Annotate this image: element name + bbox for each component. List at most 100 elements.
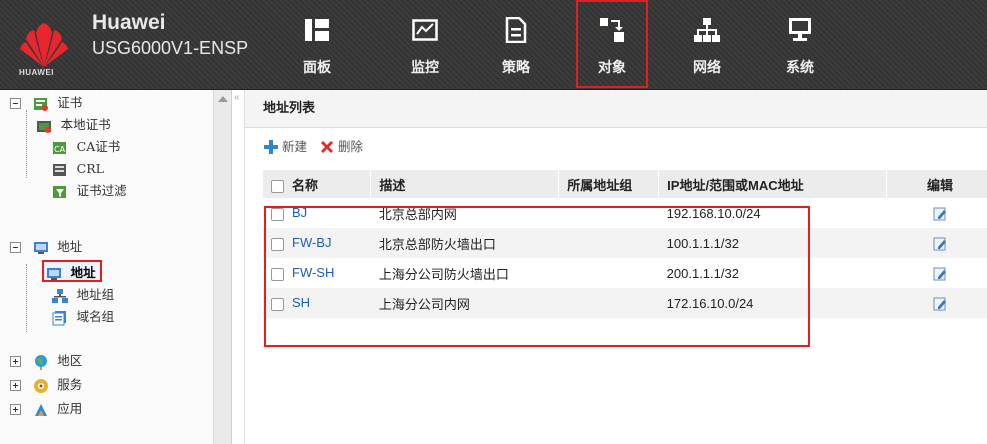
tree-group-certificate[interactable]: 证书	[10, 92, 82, 114]
cell-name[interactable]: SH	[263, 288, 371, 318]
cert-filter-icon	[53, 185, 66, 198]
col-name[interactable]: 名称	[263, 170, 372, 198]
table-row[interactable]: FW-SH 上海分公司防火墙出口 200.1.1.1/32	[263, 258, 987, 288]
dashboard-icon	[305, 19, 329, 41]
nav-label: 对象	[598, 59, 626, 75]
tree-label: 地区	[57, 353, 83, 368]
expand-icon[interactable]	[10, 356, 21, 368]
collapse-icon[interactable]	[10, 242, 21, 254]
address-group-icon	[52, 288, 68, 303]
tree-item-address-group[interactable]: 地址组	[52, 284, 114, 306]
tree-group-region[interactable]: 地区	[10, 350, 82, 372]
row-checkbox[interactable]	[271, 297, 284, 311]
nav-label: 策略	[502, 59, 530, 75]
edit-icon[interactable]	[933, 297, 947, 311]
edit-icon[interactable]	[933, 207, 947, 221]
certificate-icon	[33, 97, 48, 111]
cell-description: 北京总部防火墙出口	[370, 228, 559, 258]
nav-dashboard[interactable]: 面板	[281, 0, 353, 88]
expand-icon[interactable]	[10, 380, 21, 392]
sidebar-scrollbar[interactable]	[213, 90, 231, 444]
tree-item-ca-cert[interactable]: CA CA证书	[52, 136, 120, 158]
table-row[interactable]: BJ 北京总部内网 192.168.10.0/24	[263, 198, 987, 228]
delete-label: 删除	[338, 139, 364, 154]
object-tree-sidebar: 证书 本地证书 CA CA证书 CRL 证书过滤 地址 地址 地址组 域名组 地…	[0, 90, 232, 444]
cell-name[interactable]: FW-BJ	[263, 228, 371, 258]
tree-connector	[26, 110, 27, 178]
tree-item-domain-group[interactable]: 域名组	[52, 306, 114, 328]
nav-label: 网络	[693, 59, 721, 75]
network-icon	[694, 18, 720, 42]
tree-item-cert-filter[interactable]: 证书过滤	[52, 180, 127, 202]
list-toolbar: 新建 删除	[263, 136, 371, 158]
nav-label: 系统	[786, 59, 814, 75]
collapse-sidebar-icon[interactable]: «	[234, 92, 240, 103]
tree-item-crl[interactable]: CRL	[52, 158, 104, 180]
crl-icon	[53, 163, 66, 176]
cell-address-group	[558, 228, 659, 258]
col-name-label: 名称	[292, 177, 319, 193]
row-checkbox[interactable]	[271, 207, 284, 221]
select-all-checkbox[interactable]	[271, 179, 284, 193]
tree-label: 应用	[57, 401, 83, 416]
cell-ip: 200.1.1.1/32	[666, 265, 739, 281]
nav-policy[interactable]: 策略	[480, 0, 552, 88]
tree-item-address[interactable]: 地址	[42, 260, 102, 282]
cell-address-group	[559, 198, 659, 228]
address-list-panel: 地址列表 新建 删除 名称 描述 所属地址组 IP地址/范围或MAC地址 编辑 …	[244, 90, 987, 444]
tree-label: 域名组	[76, 309, 115, 324]
address-icon	[33, 241, 48, 254]
tree-label: 地址组	[76, 287, 115, 302]
tree-label: CRL	[76, 161, 104, 176]
col-address-group[interactable]: 所属地址组	[558, 170, 660, 198]
address-name-link[interactable]: FW-BJ	[292, 235, 331, 250]
address-name-link[interactable]: BJ	[292, 205, 307, 220]
scroll-up-icon[interactable]	[218, 96, 228, 102]
delete-button[interactable]: 删除	[319, 136, 363, 158]
row-checkbox[interactable]	[271, 267, 284, 281]
col-edit: 编辑	[886, 170, 987, 198]
device-model: USG6000V1-ENSP	[92, 38, 249, 58]
nav-label: 面板	[303, 59, 331, 75]
cell-description: 上海分公司防火墙出口	[378, 266, 509, 282]
col-description[interactable]: 描述	[370, 170, 560, 198]
cell-address-group	[559, 258, 659, 288]
tree-label: 证书过滤	[76, 183, 127, 198]
expand-icon[interactable]	[10, 404, 21, 416]
system-icon	[789, 18, 811, 41]
policy-icon	[505, 17, 527, 43]
cell-name[interactable]: FW-SH	[263, 258, 371, 288]
address-name-link[interactable]: FW-SH	[292, 265, 334, 280]
panel-title: 地址列表	[245, 90, 987, 128]
svg-text:CA: CA	[54, 145, 66, 154]
new-button[interactable]: 新建	[263, 136, 307, 158]
cell-edit	[887, 198, 987, 228]
tree-group-address[interactable]: 地址	[10, 236, 82, 258]
brand-name: Huawei	[92, 11, 166, 34]
nav-monitor[interactable]: 监控	[389, 0, 461, 88]
delete-icon	[321, 141, 333, 153]
address-table: 名称 描述 所属地址组 IP地址/范围或MAC地址 编辑 BJ 北京总部内网 1…	[263, 170, 987, 318]
nav-system[interactable]: 系统	[764, 0, 836, 88]
table-row[interactable]: SH 上海分公司内网 172.16.10.0/24	[263, 288, 987, 318]
tree-label: 地址	[57, 239, 83, 254]
logo-wordmark: HUAWEI	[19, 68, 54, 77]
service-icon	[33, 378, 48, 393]
nav-network[interactable]: 网络	[671, 0, 743, 88]
row-checkbox[interactable]	[271, 237, 284, 251]
edit-icon[interactable]	[933, 267, 947, 281]
device-brand: Huawei USG6000V1-ENSP	[92, 12, 248, 60]
table-row[interactable]: FW-BJ 北京总部防火墙出口 100.1.1.1/32	[263, 228, 987, 258]
address-name-link[interactable]: SH	[292, 295, 310, 310]
tree-item-local-cert[interactable]: 本地证书	[36, 114, 111, 136]
col-ip-address[interactable]: IP地址/范围或MAC地址	[658, 170, 888, 198]
cell-edit	[887, 258, 987, 288]
nav-object[interactable]: 对象	[576, 0, 648, 88]
tree-group-application[interactable]: 应用	[10, 398, 82, 420]
tree-group-service[interactable]: 服务	[10, 374, 82, 396]
collapse-icon[interactable]	[10, 98, 21, 110]
edit-icon[interactable]	[933, 237, 947, 251]
cell-name[interactable]: BJ	[263, 198, 371, 228]
domain-group-icon	[52, 310, 66, 326]
new-label: 新建	[282, 139, 308, 154]
